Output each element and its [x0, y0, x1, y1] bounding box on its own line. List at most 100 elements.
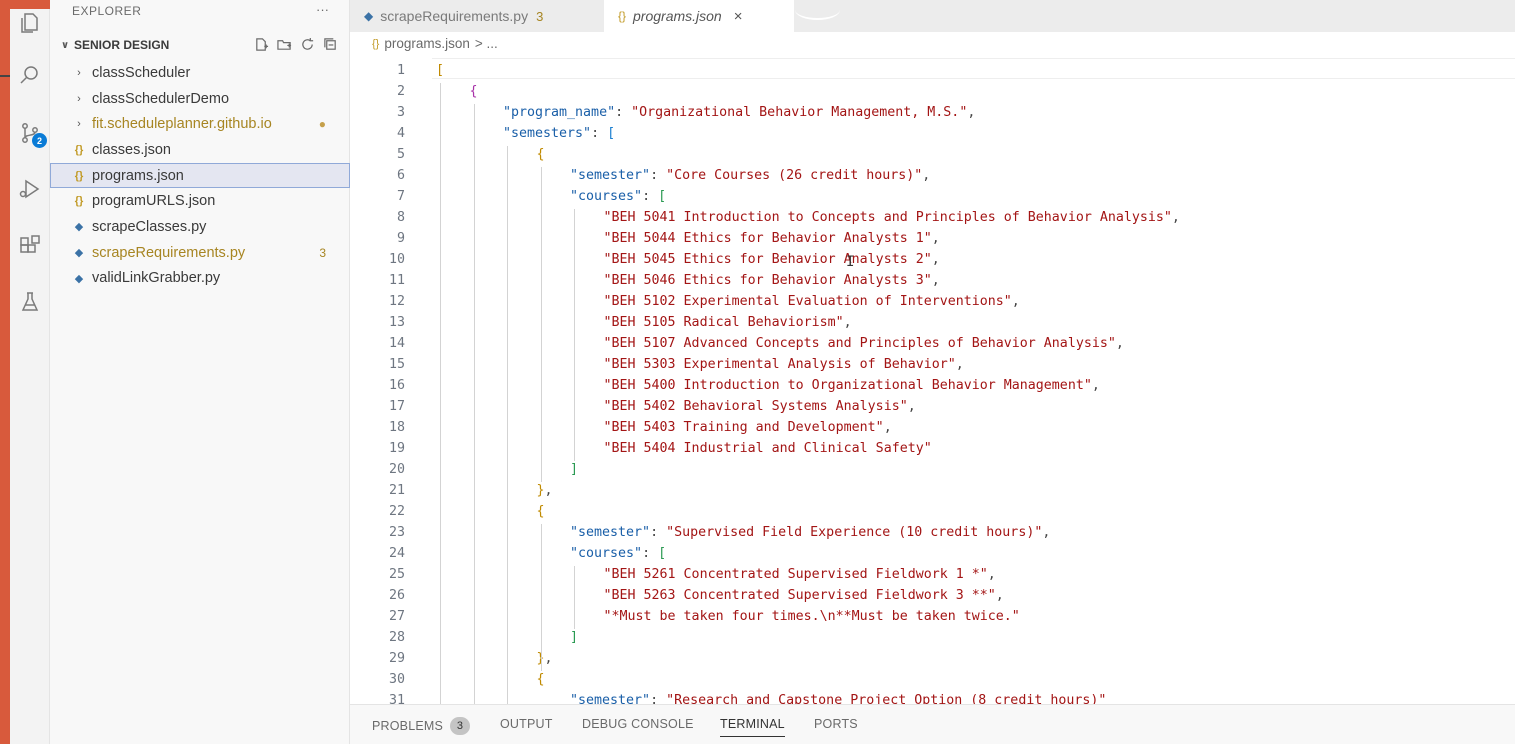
line-number: 8	[396, 210, 405, 225]
breadcrumb-file[interactable]: programs.json	[384, 36, 470, 51]
chevron-down-icon: ∨	[60, 39, 70, 51]
close-icon[interactable]: ×	[734, 8, 743, 25]
code-line[interactable]: 29},	[350, 648, 1515, 669]
chevron-right-icon: ›	[77, 66, 81, 79]
tree-item-classes-json[interactable]: {} classes.json	[50, 137, 350, 163]
tree-item-programURLS-json[interactable]: {} programURLS.json	[50, 188, 350, 214]
code-token: {	[469, 84, 478, 99]
code-token: {	[536, 504, 545, 519]
code-token: "BEH 5263 Concentrated Supervised Fieldw…	[603, 588, 996, 603]
code-line[interactable]: 2{	[350, 81, 1515, 102]
code-token: "BEH 5403 Training and Development"	[603, 420, 884, 435]
panel-tab-ports[interactable]: PORTS	[814, 717, 858, 731]
code-line[interactable]: 3 "program_name": "Organizational Behavio…	[350, 102, 1515, 123]
code-line[interactable]: 4 "semesters": [	[350, 123, 1515, 144]
code-line[interactable]: 18 "BEH 5403 Training and Development",	[350, 417, 1515, 438]
code-line[interactable]: 16 "BEH 5400 Introduction to Organization…	[350, 375, 1515, 396]
code-line[interactable]: 23 "semester": "Supervised Field Experien…	[350, 522, 1515, 543]
line-content: },	[537, 648, 553, 669]
code-line[interactable]: 27 "*Must be taken four times.\n**Must be…	[350, 606, 1515, 627]
code-line[interactable]: 15 "BEH 5303 Experimental Analysis of Beh…	[350, 354, 1515, 375]
code-line[interactable]: 22 {	[350, 501, 1515, 522]
code-token: "BEH 5041 Introduction to Concepts and P…	[603, 210, 1172, 225]
panel-tab-terminal[interactable]: TERMINAL	[720, 717, 785, 737]
python-file-icon: ◆	[364, 9, 374, 23]
code-line[interactable]: 30 {	[350, 669, 1515, 690]
line-number: 2	[396, 84, 405, 99]
code-token: "BEH 5303 Experimental Analysis of Behav…	[603, 357, 956, 372]
line-number: 13	[388, 315, 405, 330]
line-content: {	[537, 144, 545, 165]
code-line[interactable]: 28]	[350, 627, 1515, 648]
code-token: :	[591, 126, 608, 141]
tree-item-validLinkGrabber-py[interactable]: ◆ validLinkGrabber.py	[50, 266, 350, 292]
line-content: "courses": [	[570, 543, 666, 564]
collapse-all-icon[interactable]	[323, 37, 338, 55]
code-line[interactable]: 31 "semester": "Research and Capstone Pro…	[350, 690, 1515, 704]
extensions-icon[interactable]	[16, 232, 44, 260]
new-folder-icon[interactable]	[277, 37, 292, 55]
indent-guide	[574, 566, 575, 629]
code-line[interactable]: 13 "BEH 5105 Radical Behaviorism",	[350, 312, 1515, 333]
indent-guide	[440, 83, 441, 704]
code-line[interactable]: 11 "BEH 5046 Ethics for Behavior Analysts…	[350, 270, 1515, 291]
explorer-icon[interactable]	[16, 9, 44, 37]
tree-item-programs-json[interactable]: {} programs.json	[50, 162, 350, 189]
code-token: "semester"	[570, 525, 651, 540]
code-editor[interactable]: 1[2{3 "program_name": "Organizational Beh…	[350, 58, 1515, 704]
refresh-icon[interactable]	[300, 37, 315, 55]
code-line[interactable]: 9 "BEH 5044 Ethics for Behavior Analysts …	[350, 228, 1515, 249]
tree-item-scrapeClasses-py[interactable]: ◆ scrapeClasses.py	[50, 214, 350, 240]
workspace-section-header[interactable]: ∨ SENIOR DESIGN	[56, 35, 350, 55]
tab-programs-json[interactable]: {} programs.json ×	[604, 0, 794, 32]
code-token: ,	[931, 231, 940, 246]
code-token: ,	[1042, 525, 1051, 540]
line-number: 1	[396, 63, 405, 78]
code-line[interactable]: 25 "BEH 5261 Concentrated Supervised Fiel…	[350, 564, 1515, 585]
panel-tab-problems[interactable]: PROBLEMS 3	[372, 717, 471, 735]
code-token: ,	[955, 357, 964, 372]
search-icon[interactable]	[16, 61, 44, 89]
line-number: 26	[388, 588, 405, 603]
code-token: :	[650, 693, 667, 704]
panel-tab-output[interactable]: OUTPUT	[500, 717, 553, 731]
code-line[interactable]: 24 "courses": [	[350, 543, 1515, 564]
code-line[interactable]: 1[	[350, 60, 1515, 81]
code-token: "Supervised Field Experience (10 credit …	[666, 525, 1043, 540]
code-line[interactable]: 10 "BEH 5045 Ethics for Behavior Analysts…	[350, 249, 1515, 270]
tree-item-classScheduler[interactable]: › classScheduler	[50, 60, 350, 86]
file-tree: › classScheduler › classSchedulerDemo › …	[50, 60, 350, 291]
code-line[interactable]: 26 "BEH 5263 Concentrated Supervised Fiel…	[350, 585, 1515, 606]
tree-item-fit-scheduleplanner[interactable]: › fit.scheduleplanner.github.io ●	[50, 111, 350, 137]
line-content: ]	[570, 627, 578, 648]
testing-icon[interactable]	[16, 288, 44, 316]
code-token: "BEH 5046 Ethics for Behavior Analysts 3…	[603, 273, 932, 288]
tree-item-classSchedulerDemo[interactable]: › classSchedulerDemo	[50, 86, 350, 112]
source-control-icon[interactable]: 2	[16, 119, 47, 148]
code-line[interactable]: 17 "BEH 5402 Behavioral Systems Analysis"…	[350, 396, 1515, 417]
code-line[interactable]: 5{	[350, 144, 1515, 165]
code-line[interactable]: 14 "BEH 5107 Advanced Concepts and Princi…	[350, 333, 1515, 354]
code-line[interactable]: 12 "BEH 5102 Experimental Evaluation of I…	[350, 291, 1515, 312]
explorer-more-button[interactable]: ···	[316, 2, 329, 17]
code-line[interactable]: 20]	[350, 459, 1515, 480]
code-line[interactable]: 19 "BEH 5404 Industrial and Clinical Safe…	[350, 438, 1515, 459]
code-token: "*Must be taken four times.\n**Must be t…	[603, 609, 1020, 624]
panel-tab-debug-console[interactable]: DEBUG CONSOLE	[582, 717, 694, 731]
breadcrumb-rest[interactable]: > ...	[475, 36, 498, 51]
tab-scrapeRequirements[interactable]: ◆ scrapeRequirements.py 3	[350, 0, 604, 32]
run-debug-icon[interactable]	[16, 175, 44, 203]
line-content: "BEH 5041 Introduction to Concepts and P…	[604, 207, 1180, 228]
code-line[interactable]: 8 "BEH 5041 Introduction to Concepts and …	[350, 207, 1515, 228]
code-token: ,	[883, 420, 892, 435]
code-token: :	[642, 189, 659, 204]
new-file-icon[interactable]	[254, 37, 269, 55]
line-number: 16	[388, 378, 405, 393]
code-token: "semesters"	[503, 126, 592, 141]
code-line[interactable]: 21},	[350, 480, 1515, 501]
code-line[interactable]: 7 "courses": [	[350, 186, 1515, 207]
code-token: ,	[907, 399, 916, 414]
line-content: "semester": "Research and Capstone Proje…	[570, 690, 1106, 704]
tree-item-scrapeRequirements-py[interactable]: ◆ scrapeRequirements.py 3	[50, 240, 350, 266]
code-line[interactable]: 6 "semester": "Core Courses (26 credit ho…	[350, 165, 1515, 186]
